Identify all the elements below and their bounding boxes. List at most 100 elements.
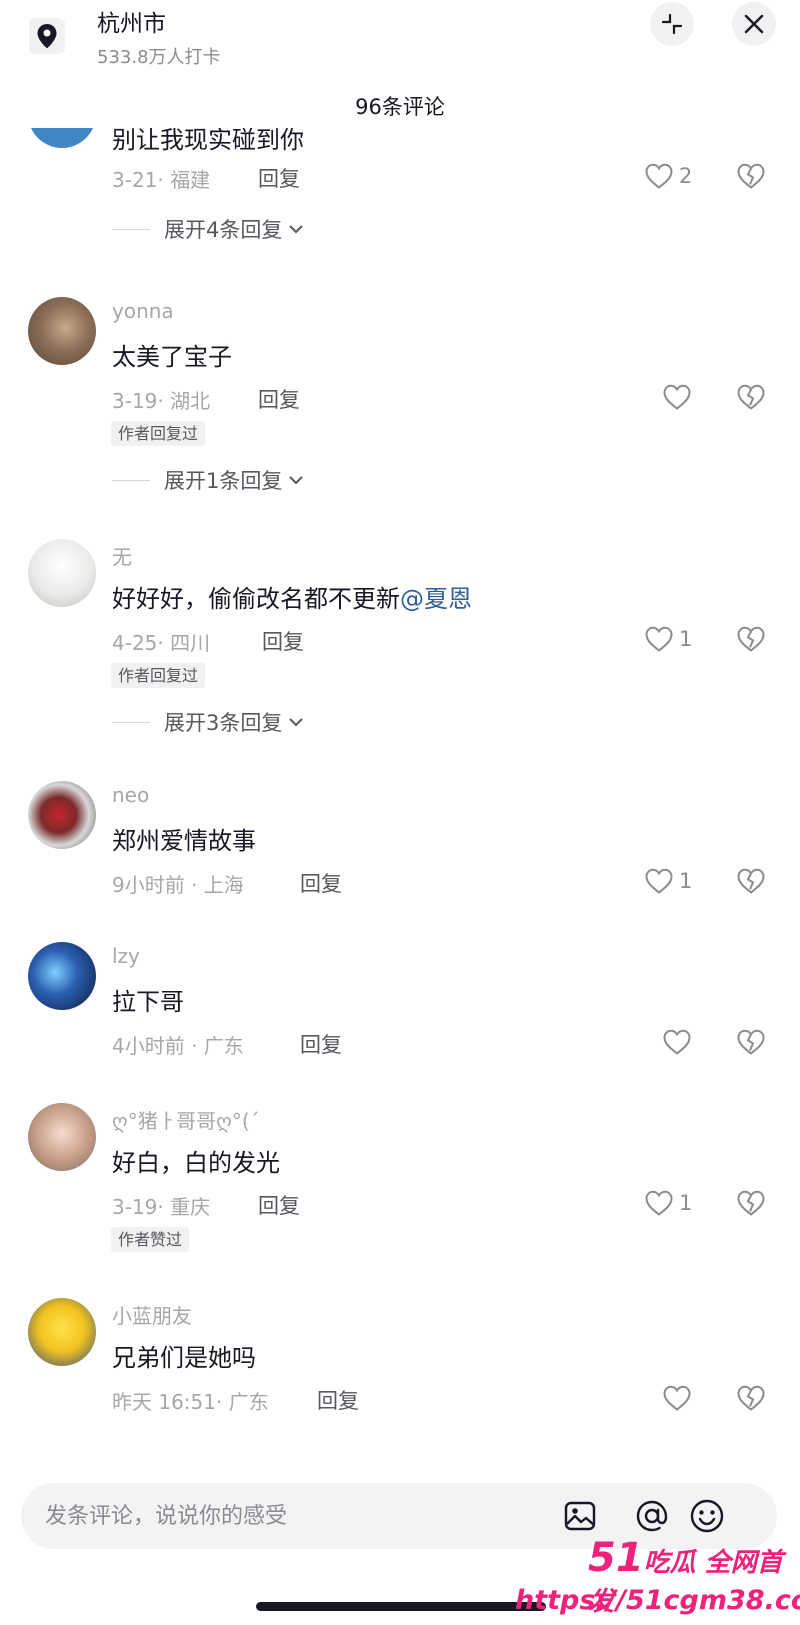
broken-heart-icon bbox=[737, 163, 765, 189]
reply-button[interactable]: 回复 bbox=[317, 1385, 359, 1415]
broken-heart-icon bbox=[737, 1029, 765, 1055]
like-button[interactable]: 1 bbox=[644, 625, 692, 653]
avatar[interactable] bbox=[28, 539, 96, 607]
like-count: 1 bbox=[679, 869, 693, 893]
dislike-button[interactable] bbox=[736, 1384, 766, 1416]
username[interactable]: 小蓝朋友 bbox=[112, 1300, 192, 1329]
author-tag: 作者赞过 bbox=[111, 1227, 190, 1252]
comment-meta: 3-21· 福建 bbox=[112, 168, 211, 192]
expand-replies-button[interactable]: 展开1条回复 bbox=[112, 465, 304, 495]
heart-icon bbox=[645, 868, 673, 894]
comment-text-body: 好好好，偷偷改名都不更新 bbox=[112, 585, 400, 613]
image-button[interactable] bbox=[562, 1498, 598, 1534]
comment-meta: 4小时前 · 广东 bbox=[112, 1034, 244, 1058]
like-button[interactable] bbox=[662, 1028, 692, 1056]
reply-button[interactable]: 回复 bbox=[258, 163, 300, 193]
close-icon bbox=[744, 14, 764, 34]
comment-text: 郑州爱情故事 bbox=[112, 827, 256, 855]
location-header: 杭州市 533.8万人打卡 bbox=[0, 0, 800, 82]
username[interactable]: neo bbox=[112, 783, 149, 807]
like-button[interactable]: 1 bbox=[644, 867, 692, 895]
divider-line bbox=[112, 479, 150, 481]
divider-line bbox=[112, 228, 150, 230]
close-button[interactable] bbox=[732, 2, 776, 46]
expand-replies-label: 展开4条回复 bbox=[164, 218, 283, 242]
dislike-button[interactable] bbox=[736, 1189, 766, 1221]
heart-icon bbox=[663, 1385, 691, 1411]
reply-button[interactable]: 回复 bbox=[300, 868, 342, 898]
author-tag: 作者回复过 bbox=[111, 421, 206, 446]
checkin-count: 533.8万人打卡 bbox=[97, 47, 221, 68]
username[interactable]: 无 bbox=[112, 541, 132, 570]
broken-heart-icon bbox=[737, 384, 765, 410]
username[interactable]: lzy bbox=[112, 944, 140, 968]
heart-icon bbox=[663, 384, 691, 410]
collapse-button[interactable] bbox=[650, 2, 694, 46]
emoji-icon bbox=[690, 1499, 724, 1533]
avatar[interactable] bbox=[28, 781, 96, 849]
reply-button[interactable]: 回复 bbox=[300, 1029, 342, 1059]
heart-icon bbox=[645, 163, 673, 189]
watermark-brand-number: 51 bbox=[588, 1535, 644, 1581]
comment-list[interactable]: 别让我现实碰到你 3-21· 福建 回复 2 展开4条回复 yonna 太美了宝… bbox=[0, 128, 800, 1470]
like-button[interactable] bbox=[662, 383, 692, 411]
dislike-button[interactable] bbox=[736, 867, 766, 899]
like-button[interactable]: 1 bbox=[644, 1189, 692, 1217]
dislike-button[interactable] bbox=[736, 1028, 766, 1060]
like-count: 1 bbox=[679, 627, 693, 651]
comment-meta: 9小时前 · 上海 bbox=[112, 873, 244, 897]
like-button[interactable]: 2 bbox=[644, 162, 692, 190]
watermark-url: https://51cgm38.com bbox=[515, 1585, 800, 1616]
home-indicator[interactable] bbox=[256, 1602, 546, 1611]
at-icon bbox=[636, 1500, 668, 1532]
chevron-down-icon bbox=[289, 476, 304, 485]
expand-replies-label: 展开1条回复 bbox=[164, 469, 283, 493]
comment-text: 拉下哥 bbox=[112, 988, 184, 1016]
comment-meta: 昨天 16:51· 广东 bbox=[112, 1390, 269, 1414]
avatar[interactable] bbox=[28, 128, 96, 148]
like-button[interactable] bbox=[662, 1384, 692, 1412]
comment-input[interactable] bbox=[45, 1483, 545, 1549]
username[interactable]: yonna bbox=[112, 299, 174, 323]
dislike-button[interactable] bbox=[736, 162, 766, 194]
chevron-down-icon bbox=[289, 718, 304, 727]
expand-replies-label: 展开3条回复 bbox=[164, 711, 283, 735]
reply-button[interactable]: 回复 bbox=[258, 1190, 300, 1220]
broken-heart-icon bbox=[737, 868, 765, 894]
mention-button[interactable] bbox=[634, 1498, 670, 1534]
image-icon bbox=[564, 1501, 596, 1531]
reply-button[interactable]: 回复 bbox=[258, 384, 300, 414]
expand-replies-button[interactable]: 展开3条回复 bbox=[112, 707, 304, 737]
like-count: 1 bbox=[679, 1191, 693, 1215]
comment-text: 兄弟们是她吗 bbox=[112, 1344, 256, 1372]
broken-heart-icon bbox=[737, 1385, 765, 1411]
emoji-button[interactable] bbox=[689, 1498, 725, 1534]
chevron-down-icon bbox=[289, 225, 304, 234]
dislike-button[interactable] bbox=[736, 383, 766, 415]
broken-heart-icon bbox=[737, 1190, 765, 1216]
username[interactable]: ღ°猪ㅏ哥哥ღ°(´ bbox=[112, 1105, 260, 1134]
comment-count-title: 96条评论 bbox=[355, 95, 445, 119]
location-name[interactable]: 杭州市 bbox=[97, 4, 166, 38]
heart-icon bbox=[663, 1029, 691, 1055]
broken-heart-icon bbox=[737, 626, 765, 652]
avatar[interactable] bbox=[28, 942, 96, 1010]
comment-text: 太美了宝子 bbox=[112, 343, 232, 371]
avatar[interactable] bbox=[28, 1103, 96, 1171]
expand-replies-button[interactable]: 展开4条回复 bbox=[112, 214, 304, 244]
mention-link[interactable]: @夏恩 bbox=[400, 585, 472, 613]
comment-text: 好白，白的发光 bbox=[112, 1149, 280, 1177]
avatar[interactable] bbox=[28, 1298, 96, 1366]
avatar[interactable] bbox=[28, 297, 96, 365]
dislike-button[interactable] bbox=[736, 625, 766, 657]
divider-line bbox=[112, 721, 150, 723]
heart-icon bbox=[645, 626, 673, 652]
comment-meta: 3-19· 重庆 bbox=[112, 1195, 211, 1219]
comment-meta: 4-25· 四川 bbox=[112, 631, 211, 655]
reply-button[interactable]: 回复 bbox=[262, 626, 304, 656]
collapse-icon bbox=[661, 13, 683, 35]
comment-meta: 3-19· 湖北 bbox=[112, 389, 211, 413]
comment-text: 好好好，偷偷改名都不更新@夏恩 bbox=[112, 579, 472, 614]
heart-icon bbox=[645, 1190, 673, 1216]
location-pin-icon[interactable] bbox=[29, 18, 65, 54]
